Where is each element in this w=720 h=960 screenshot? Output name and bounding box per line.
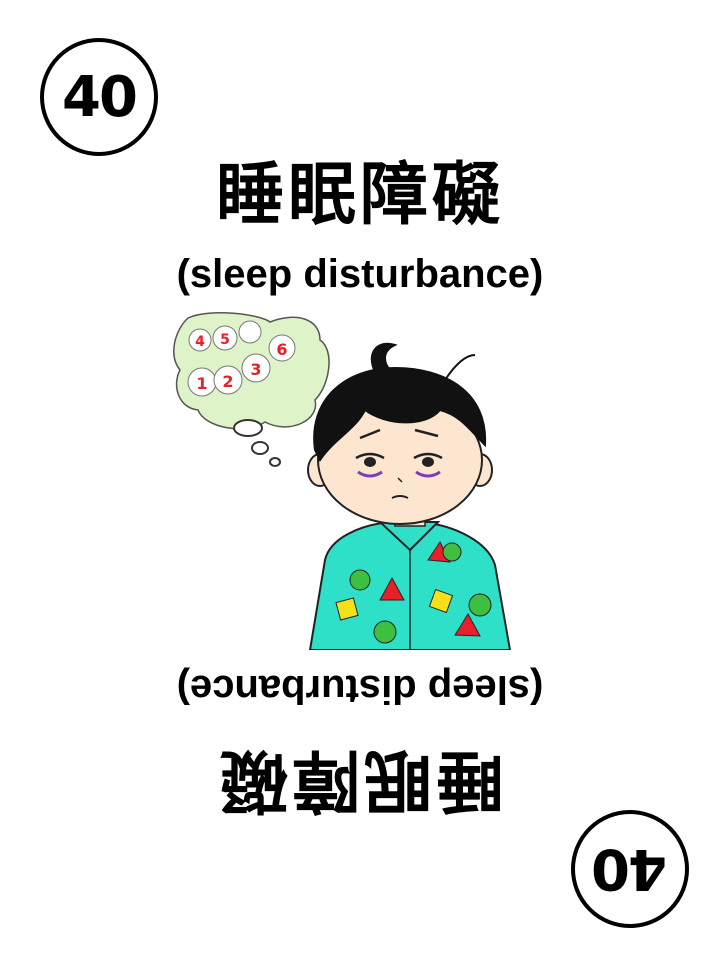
title-chinese-bottom: 睡眠障礙: [216, 740, 505, 820]
card-number-top: 40: [62, 64, 138, 130]
sheep: 5: [212, 325, 238, 351]
title-english-top: (sleep disturbance): [176, 252, 544, 296]
boy: [307, 342, 512, 650]
card-number-badge-bottom: 40: [571, 810, 689, 928]
card-number-bottom: 40: [593, 836, 667, 902]
sheep: 2: [213, 365, 243, 395]
sheep: 3: [241, 353, 271, 383]
sheep: [238, 320, 262, 344]
title-english-bottom: (sleep disturbance): [176, 667, 544, 711]
sheep-number: 4: [195, 334, 205, 350]
sheep: 4: [188, 328, 212, 352]
sheep-number: 2: [222, 372, 233, 391]
sheep-number: 3: [250, 360, 261, 379]
sheep-number: 1: [196, 374, 207, 393]
sleepless-boy-illustration: 4 5 6 1 2 3: [173, 312, 512, 650]
card-number-badge-top: 40: [40, 38, 158, 156]
card: 40 睡眠障礙 (sleep disturbance) 4 5 6 1 2 3 …: [0, 0, 720, 960]
sheep: 6: [268, 334, 296, 362]
sheep: 1: [187, 367, 217, 397]
sheep-number: 5: [220, 332, 230, 348]
title-chinese-top: 睡眠障礙: [215, 155, 504, 235]
sheep-number: 6: [276, 340, 287, 359]
